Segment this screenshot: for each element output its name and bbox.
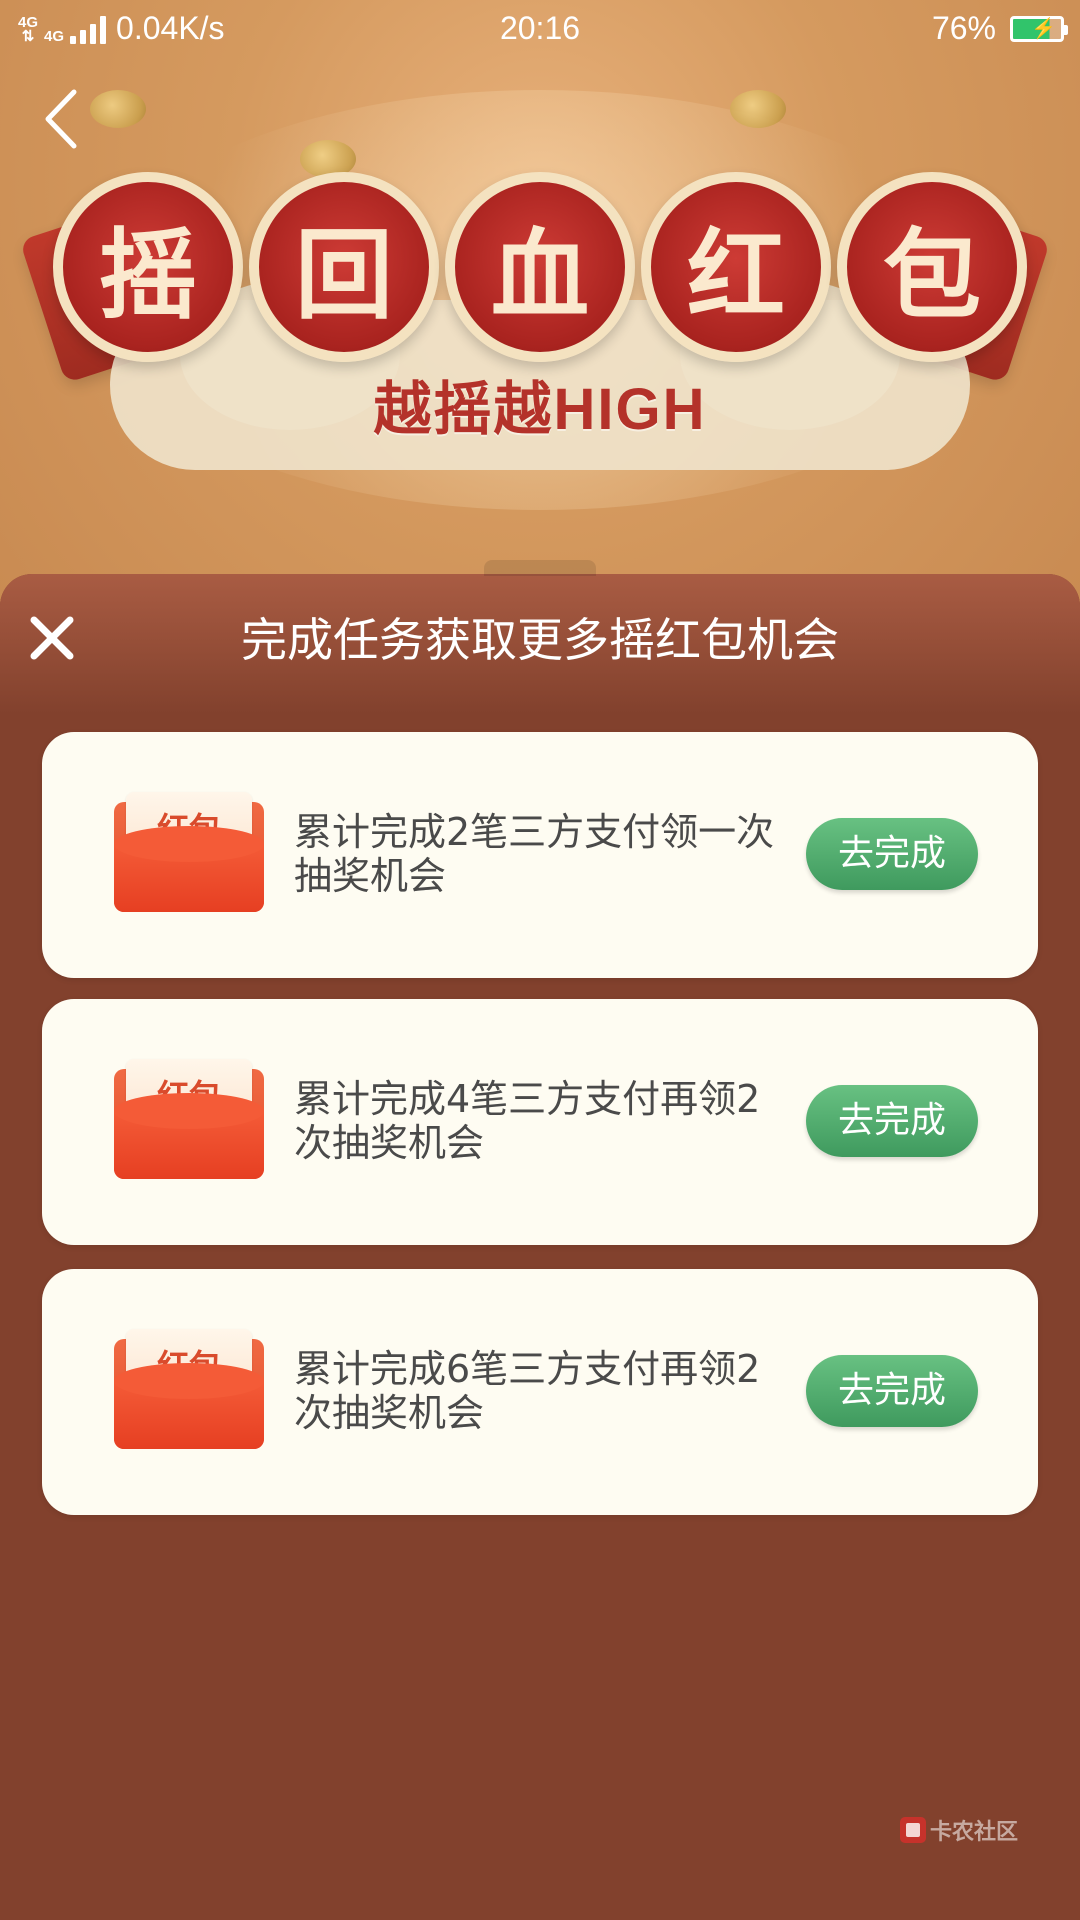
task-card: 红包 累计完成2笔三方支付领一次抽奖机会 去完成 — [42, 732, 1038, 978]
banner-slogan: 越摇越HIGH — [373, 377, 707, 442]
task-description: 累计完成4笔三方支付再领2次抽奖机会 — [294, 1077, 761, 1165]
chevron-left-icon — [45, 89, 77, 149]
battery-icon: ⚡ — [1010, 15, 1068, 42]
title-char-badge: 红 — [641, 172, 831, 362]
clock: 20:16 — [499, 10, 581, 46]
title-char-badge: 包 — [837, 172, 1027, 362]
promo-banner: 摇 回 血 红 包 越摇越HIGH — [0, 0, 1080, 600]
red-envelope-icon: 红包 — [114, 792, 264, 912]
complete-task-button[interactable]: 去完成 — [806, 1085, 978, 1157]
coin-decoration — [730, 90, 786, 128]
coin-decoration — [90, 90, 146, 128]
banner-title: 摇 回 血 红 包 — [0, 172, 1080, 362]
status-right: 76% ⚡ — [931, 10, 1068, 47]
task-card: 红包 累计完成4笔三方支付再领2次抽奖机会 去完成 — [42, 999, 1038, 1245]
red-envelope-icon: 红包 — [114, 1329, 264, 1449]
complete-task-button[interactable]: 去完成 — [806, 818, 978, 890]
task-card: 红包 累计完成6笔三方支付再领2次抽奖机会 去完成 — [42, 1269, 1038, 1515]
sheet-title: 完成任务获取更多摇红包机会 — [241, 613, 839, 667]
red-envelope-icon: 红包 — [114, 1059, 264, 1179]
title-char-badge: 摇 — [53, 172, 243, 362]
battery-percent: 76% — [931, 10, 996, 46]
task-description: 累计完成6笔三方支付再领2次抽奖机会 — [294, 1347, 761, 1435]
watermark-logo-icon — [899, 1817, 926, 1843]
charging-bolt-icon: ⚡ — [1031, 17, 1056, 40]
title-char-badge: 回 — [249, 172, 439, 362]
title-char-badge: 血 — [445, 172, 635, 362]
status-bar: 4G ⇅ 4G 0.04K/s 20:16 76% ⚡ — [0, 0, 1080, 58]
task-description: 累计完成2笔三方支付领一次抽奖机会 — [294, 810, 775, 898]
sheet-handle[interactable] — [484, 560, 596, 576]
complete-task-button[interactable]: 去完成 — [806, 1355, 978, 1427]
back-button[interactable] — [36, 84, 90, 154]
watermark: 卡农社区 — [899, 1814, 1018, 1846]
watermark-text: 卡农社区 — [929, 1820, 1018, 1845]
